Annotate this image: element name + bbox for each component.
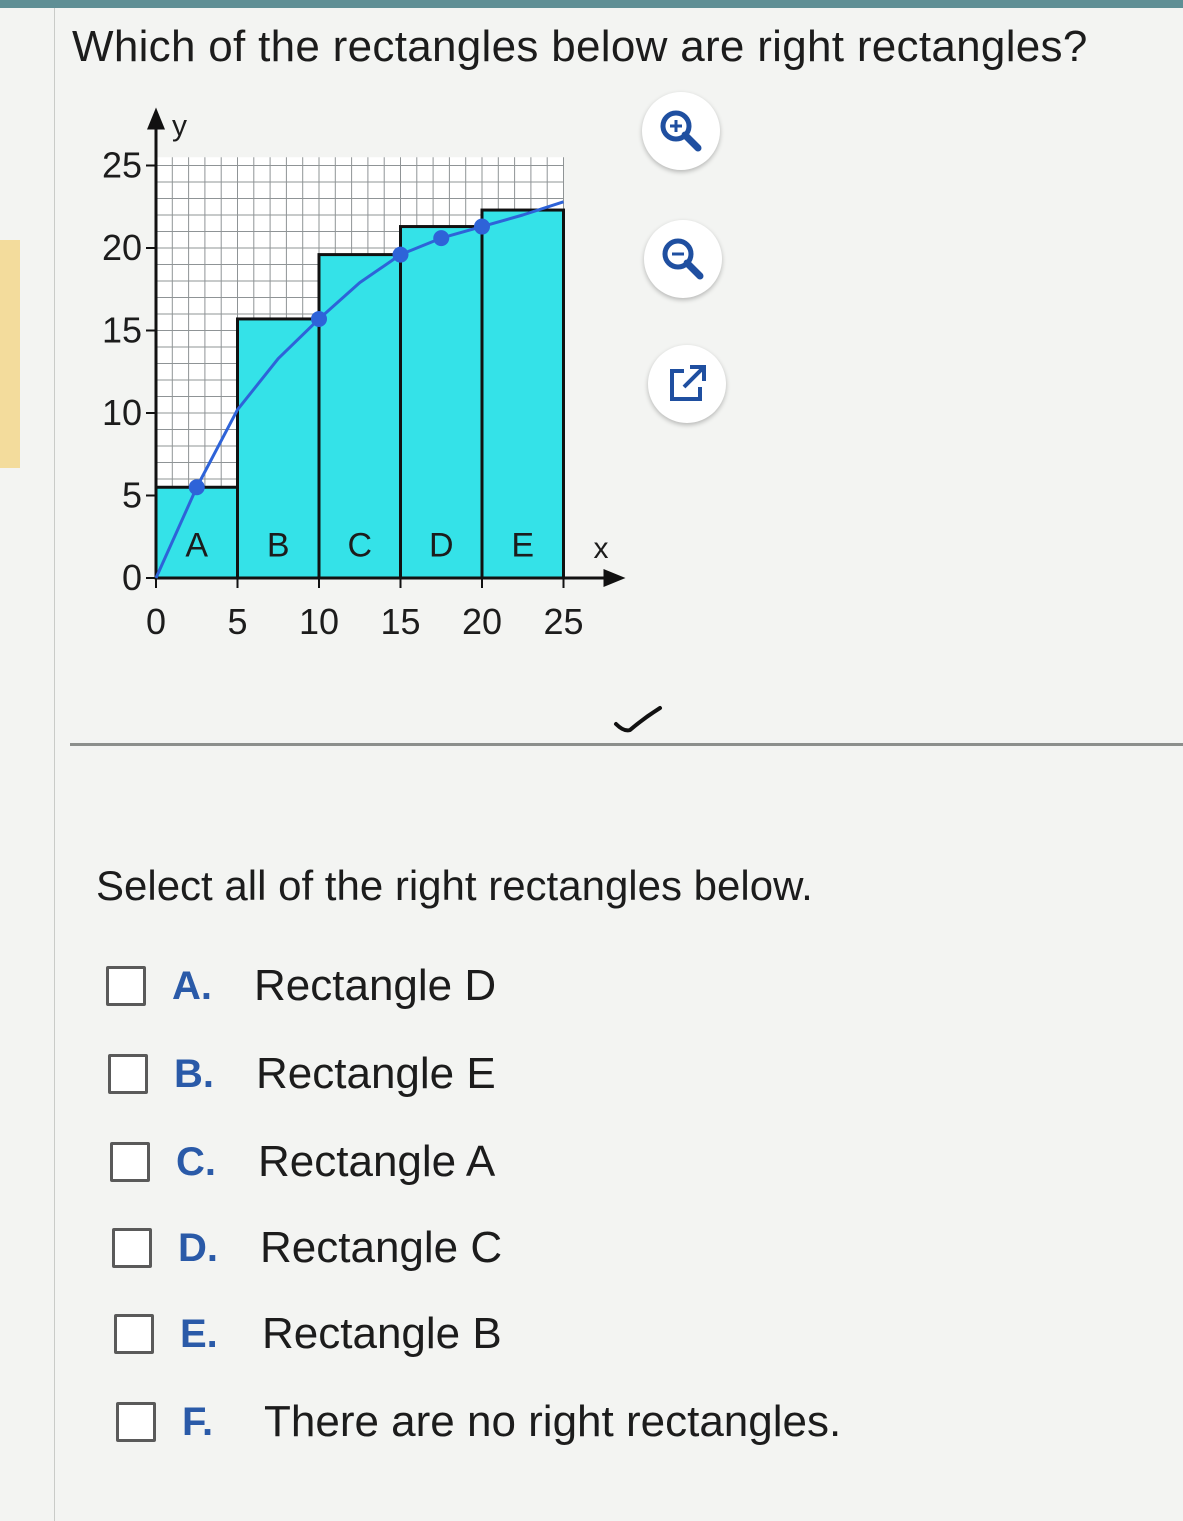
option-letter: F. — [182, 1399, 214, 1444]
option-label: Rectangle D — [254, 961, 497, 1010]
graph: A B C D Ex y 0 5 10 15 20 25 0 5 10 15 20 25 — [70, 107, 640, 668]
option-b[interactable]: B. Rectangle E — [108, 1046, 496, 1102]
y-tick-label: 25 — [102, 145, 142, 186]
x-axis-label: x — [594, 532, 609, 565]
x-tick-label: 15 — [380, 601, 420, 642]
y-tick-label: 5 — [122, 475, 142, 516]
top-bar — [0, 0, 1183, 8]
y-tick-label: 15 — [102, 310, 142, 351]
option-checkbox[interactable] — [110, 1142, 150, 1182]
x-tick-label: 5 — [227, 601, 247, 642]
zoom-out-button[interactable] — [644, 220, 722, 298]
option-label: Rectangle A — [258, 1137, 496, 1186]
curve-point — [474, 218, 490, 235]
option-label: Rectangle E — [256, 1049, 496, 1098]
option-d[interactable]: D. Rectangle C — [112, 1220, 502, 1276]
option-label: Rectangle C — [260, 1223, 503, 1272]
rectangle-label: B — [267, 527, 290, 565]
external-link-icon — [670, 365, 706, 401]
x-axis-arrow — [603, 569, 626, 587]
option-label: There are no right rectangles. — [264, 1397, 842, 1446]
side-accent — [0, 240, 20, 468]
option-letter: B. — [174, 1051, 214, 1096]
curve-point — [311, 310, 327, 327]
rectangle-e — [480, 208, 565, 580]
question-text: Which of the rectangles below are right … — [72, 22, 1088, 71]
option-label: Rectangle B — [262, 1309, 502, 1358]
option-letter: A. — [172, 963, 212, 1008]
option-checkbox[interactable] — [112, 1228, 152, 1268]
zoom-in-icon — [660, 110, 702, 152]
option-checkbox[interactable] — [114, 1314, 154, 1354]
rectangle-label: D — [429, 527, 454, 565]
rectangle-label: E — [511, 527, 534, 565]
option-f[interactable]: F. There are no right rectangles. — [116, 1394, 841, 1450]
y-axis-arrow — [147, 107, 165, 130]
option-checkbox[interactable] — [108, 1054, 148, 1094]
rectangle-label: C — [347, 527, 372, 565]
divider — [70, 743, 1183, 746]
curve-point — [392, 246, 409, 263]
option-checkbox[interactable] — [116, 1402, 156, 1442]
option-e[interactable]: E. Rectangle B — [114, 1306, 502, 1362]
option-c[interactable]: C. Rectangle A — [110, 1134, 495, 1190]
zoom-out-icon — [662, 238, 704, 280]
option-letter: E. — [180, 1311, 218, 1356]
option-letter: C. — [176, 1139, 216, 1184]
y-tick-label: 10 — [102, 392, 142, 433]
popout-button[interactable] — [648, 345, 726, 423]
rectangle-d — [399, 225, 484, 580]
option-checkbox[interactable] — [106, 966, 146, 1006]
y-tick-label: 0 — [122, 557, 142, 598]
panel-border — [54, 8, 55, 1521]
rectangle-label: A — [185, 527, 208, 565]
x-tick-label: 25 — [543, 601, 583, 642]
answer-prompt: Select all of the right rectangles below… — [96, 862, 813, 909]
x-tick-label: 10 — [299, 601, 339, 642]
zoom-in-button[interactable] — [642, 92, 720, 170]
y-tick-label: 20 — [102, 227, 142, 268]
y-axis-label: y — [172, 110, 187, 143]
curve-point — [188, 479, 205, 496]
curve-point — [433, 230, 450, 247]
pencil-check-mark — [614, 706, 662, 733]
x-tick-label: 20 — [462, 601, 502, 642]
riemann-chart: A B C D Ex y 0 5 10 15 20 25 0 5 10 15 20 25 — [102, 107, 626, 642]
x-tick-label: 0 — [146, 601, 166, 642]
option-letter: D. — [178, 1225, 218, 1270]
option-a[interactable]: A. Rectangle D — [106, 958, 496, 1014]
